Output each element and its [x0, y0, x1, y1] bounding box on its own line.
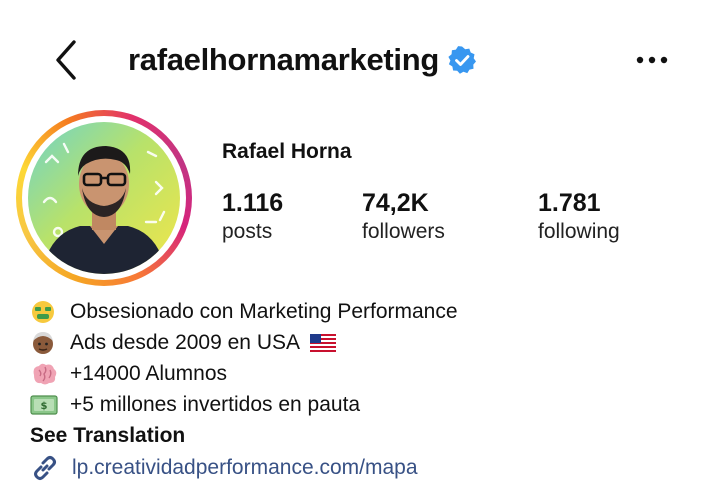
bio-line: Ads desde 2009 en USA: [30, 327, 690, 358]
dollar-banknote-icon: $: [30, 394, 58, 415]
stat-posts[interactable]: 1.116 posts: [222, 188, 283, 246]
link-icon: [34, 456, 56, 480]
followers-count: 74,2K: [362, 189, 429, 217]
full-name: Rafael Horna: [222, 140, 352, 163]
avatar-border: [22, 116, 186, 280]
username-group: rafaelhornamarketing: [128, 38, 477, 82]
posts-label: posts: [222, 220, 273, 243]
bio-line: +14000 Alumnos: [30, 358, 690, 389]
avatar[interactable]: [28, 122, 180, 274]
following-label: following: [538, 220, 620, 243]
avatar-image: [28, 122, 180, 274]
link-url: lp.creatividadperformance.com/mapa: [72, 456, 418, 479]
bio-text: +14000 Alumnos: [70, 361, 228, 385]
chevron-left-icon: [56, 40, 76, 80]
posts-count: 1.116: [222, 189, 284, 217]
bio-line: Obsesionado con Marketing Performance: [30, 296, 690, 327]
stat-following[interactable]: 1.781 following: [538, 188, 620, 246]
see-translation-button[interactable]: See Translation: [30, 420, 690, 451]
profile-header: rafaelhornamarketing: [0, 28, 720, 92]
username: rafaelhornamarketing: [128, 42, 439, 77]
svg-text:$: $: [41, 401, 48, 412]
bio-text: Obsesionado con Marketing Performance: [70, 299, 458, 323]
bio-text: +5 millones invertidos en pauta: [70, 392, 361, 416]
back-button[interactable]: [44, 36, 88, 84]
followers-label: followers: [362, 220, 445, 243]
bio-line: $ +5 millones invertidos en pauta: [30, 389, 690, 420]
brain-icon: [33, 363, 57, 384]
bio-text: Ads desde 2009 en USA: [70, 330, 300, 354]
bio-link[interactable]: lp.creatividadperformance.com/mapa: [30, 451, 690, 485]
verified-badge-icon: [448, 46, 476, 74]
more-horizontal-icon: [636, 56, 668, 64]
stat-followers[interactable]: 74,2K followers: [362, 188, 445, 246]
story-ring[interactable]: [16, 110, 192, 286]
more-options-button[interactable]: [624, 42, 680, 78]
bio: Obsesionado con Marketing Performance Ad…: [30, 296, 690, 485]
older-person-icon: [33, 331, 53, 354]
us-flag-icon: [310, 333, 336, 352]
following-count: 1.781: [538, 189, 601, 217]
money-mouth-face-icon: [32, 300, 54, 323]
